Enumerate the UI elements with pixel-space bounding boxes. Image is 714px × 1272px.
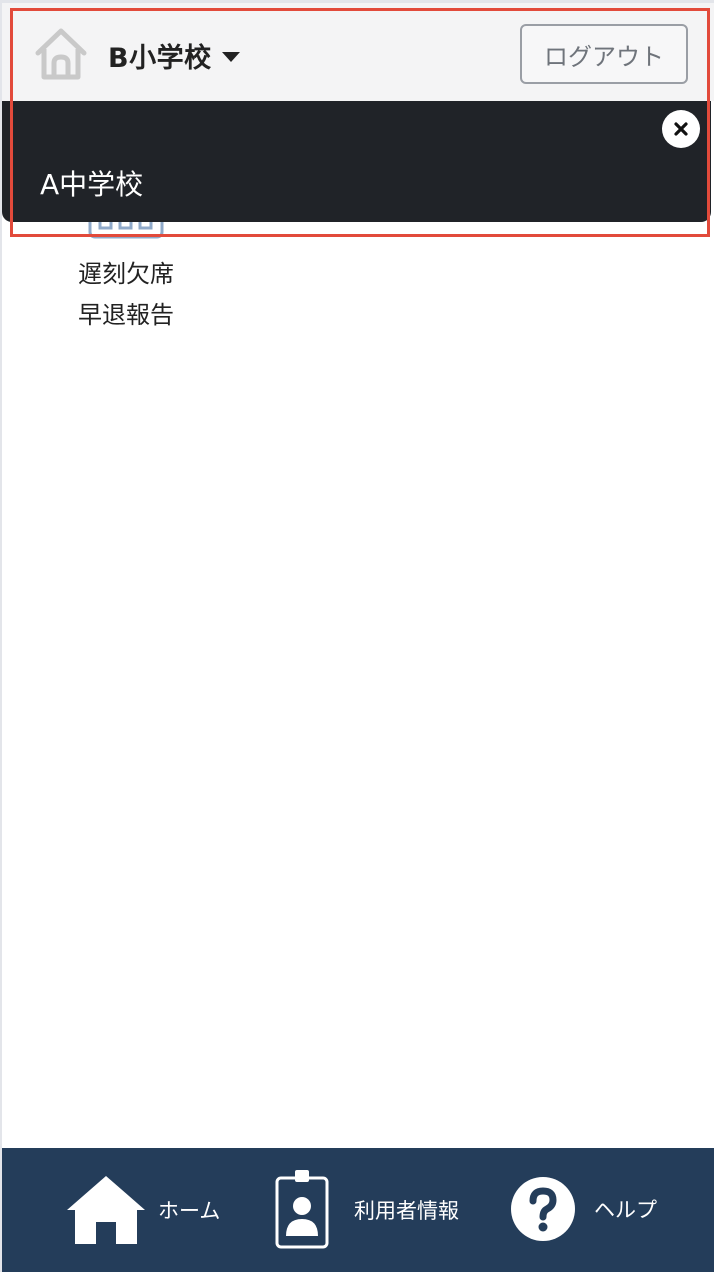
bottom-navigation: ホーム 利用者情報 ヘルプ	[2, 1148, 714, 1272]
caret-down-icon	[221, 51, 240, 62]
close-dropdown-button[interactable]	[662, 110, 700, 148]
nav-label-home: ホーム	[158, 1199, 221, 1223]
id-badge-icon	[275, 1170, 329, 1249]
top-header: B小学校 ログアウト	[2, 3, 714, 101]
home-icon	[67, 1176, 145, 1244]
attendance-report-tile-label[interactable]: 遅刻欠席 早退報告	[40, 254, 212, 336]
home-icon[interactable]	[32, 25, 90, 83]
nav-item-user-info[interactable]: 利用者情報	[274, 1170, 459, 1250]
nav-item-home[interactable]: ホーム	[64, 1172, 220, 1248]
tile-label-line1: 遅刻欠席	[78, 260, 174, 288]
nav-label-help: ヘルプ	[594, 1198, 657, 1222]
dropdown-item-school[interactable]: A中学校	[40, 163, 143, 203]
close-icon	[674, 122, 688, 136]
nav-label-user-info: 利用者情報	[354, 1199, 459, 1223]
nav-item-help[interactable]: ヘルプ	[510, 1176, 657, 1242]
selected-school-name: B小学校	[108, 42, 212, 74]
school-selector[interactable]: B小学校	[108, 33, 240, 77]
question-circle-icon	[511, 1177, 575, 1241]
school-dropdown-menu: A中学校	[2, 101, 711, 222]
logout-button[interactable]: ログアウト	[520, 24, 688, 84]
tile-label-line2: 早退報告	[78, 301, 174, 329]
